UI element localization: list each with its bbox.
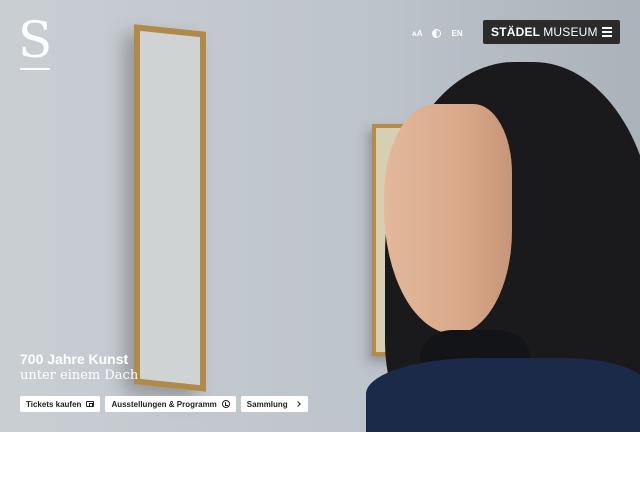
visitor-coat bbox=[366, 358, 640, 432]
collection-label: Sammlung bbox=[246, 399, 288, 409]
tickets-button[interactable]: Tickets kaufen bbox=[20, 396, 101, 412]
collection-button[interactable]: Sammlung bbox=[240, 396, 308, 412]
tickets-label: Tickets kaufen bbox=[26, 399, 82, 409]
painting-frame-left bbox=[134, 24, 206, 392]
logo-underline bbox=[20, 68, 50, 70]
menu-icon bbox=[602, 27, 612, 37]
text-size-toggle[interactable]: ᴀA bbox=[412, 29, 422, 38]
chevron-right-icon bbox=[294, 401, 301, 407]
language-switch[interactable]: EN bbox=[451, 29, 462, 38]
program-label: Ausstellungen & Programm bbox=[111, 399, 217, 409]
clock-icon bbox=[221, 400, 230, 408]
hero-actions: Tickets kaufen Ausstellungen & Programm … bbox=[20, 396, 308, 412]
staedel-logo[interactable]: S bbox=[18, 14, 52, 72]
hero-subline: unter einem Dach bbox=[20, 368, 139, 383]
program-button[interactable]: Ausstellungen & Programm bbox=[105, 396, 236, 412]
accessibility-tools: ᴀA EN bbox=[412, 26, 463, 40]
hero-headline: 700 Jahre Kunst bbox=[20, 351, 129, 367]
logo-letter: S bbox=[18, 11, 53, 69]
brand-menu-button[interactable]: STÄDEL MUSEUM bbox=[483, 20, 620, 44]
brand-name-strong: STÄDEL bbox=[491, 25, 541, 39]
contrast-icon[interactable] bbox=[432, 28, 442, 38]
ticket-icon bbox=[86, 401, 95, 407]
brand-name-light: MUSEUM bbox=[543, 25, 598, 39]
